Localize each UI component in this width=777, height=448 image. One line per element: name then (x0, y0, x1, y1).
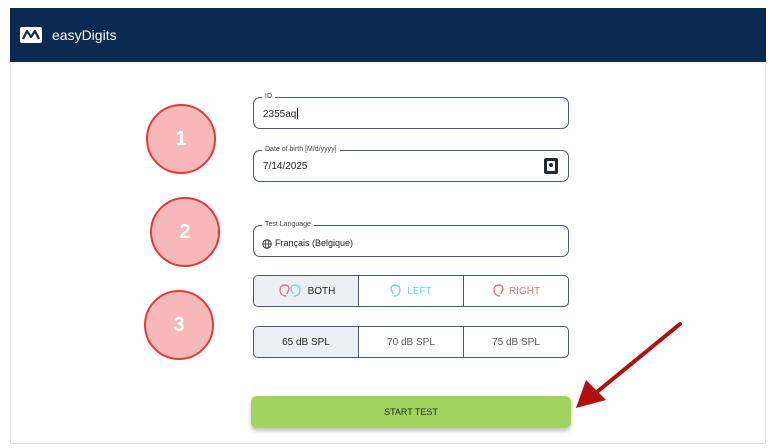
text-caret (297, 108, 299, 119)
annotation-badge-3: 3 (144, 290, 214, 360)
date-of-birth-field[interactable]: Date of birth [M/d/yyyy] 7/14/2025 (253, 145, 569, 182)
date-of-birth-label: Date of birth [M/d/yyyy] (262, 145, 340, 155)
test-language-label: Test Language (262, 220, 314, 230)
id-field-text: 2355aq (263, 109, 297, 120)
level-option-75-label: 75 dB SPL (492, 336, 540, 348)
level-option-75[interactable]: 75 dB SPL (464, 327, 568, 357)
globe-icon (262, 236, 272, 249)
test-language-field[interactable]: Test Language Français (Belgique) (253, 220, 569, 257)
ear-option-right-label: RIGHT (508, 285, 541, 297)
ear-option-left[interactable]: LEFT (359, 276, 464, 306)
id-field[interactable]: ID 2355aq (253, 92, 569, 129)
both-ears-icon (277, 284, 303, 298)
id-field-value[interactable]: 2355aq (263, 108, 299, 121)
easydigits-logo-icon (20, 25, 44, 45)
date-of-birth-value[interactable]: 7/14/2025 (263, 161, 308, 173)
level-option-70-label: 70 dB SPL (387, 336, 435, 348)
level-selector: 65 dB SPL 70 dB SPL 75 dB SPL (253, 326, 569, 358)
app-header: easyDigits (10, 8, 766, 62)
annotation-badge-1: 1 (146, 104, 216, 174)
calendar-icon[interactable] (544, 158, 558, 174)
right-ear-icon (492, 284, 504, 298)
ear-option-both-label: BOTH (307, 285, 336, 297)
ear-option-left-label: LEFT (407, 285, 432, 297)
ear-option-both[interactable]: BOTH (254, 276, 359, 306)
test-language-value: Français (Belgique) (275, 238, 354, 248)
level-option-70[interactable]: 70 dB SPL (359, 327, 464, 357)
app-title: easyDigits (52, 27, 117, 43)
annotation-badge-2: 2 (150, 197, 220, 267)
ear-option-right[interactable]: RIGHT (464, 276, 568, 306)
start-test-button[interactable]: START TEST (251, 396, 571, 428)
level-option-65-label: 65 dB SPL (282, 336, 330, 348)
ear-selector: BOTH LEFT RIGHT (253, 275, 569, 307)
left-ear-icon (390, 284, 402, 298)
level-option-65[interactable]: 65 dB SPL (254, 327, 359, 357)
arrow-pointer-icon (576, 322, 682, 408)
id-field-label: ID (262, 92, 275, 102)
